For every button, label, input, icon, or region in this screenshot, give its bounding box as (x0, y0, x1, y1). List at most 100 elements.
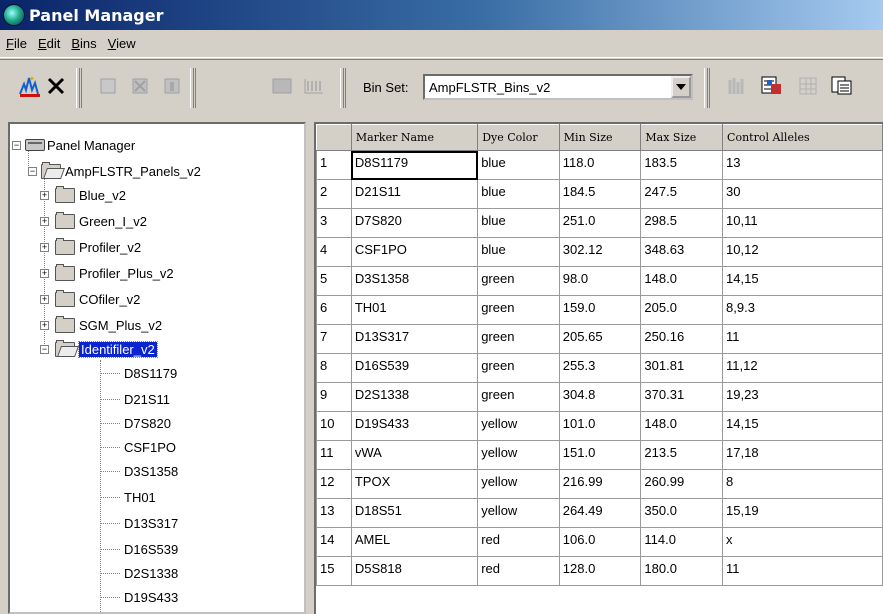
table-row[interactable]: 10 D19S433 yellow 101.0 148.0 14,15 (316, 411, 883, 441)
dye-color-cell[interactable]: green (477, 324, 560, 354)
marker-name-cell[interactable]: CSF1PO (350, 237, 479, 267)
max-size-cell[interactable]: 148.0 (640, 266, 724, 296)
bins-disabled-icon[interactable] (128, 74, 152, 98)
collapse-icon[interactable]: − (12, 140, 21, 150)
column-header-dye-color[interactable]: Dye Color (477, 124, 560, 151)
min-size-cell[interactable]: 216.99 (558, 469, 642, 499)
grid-disabled-icon[interactable] (270, 74, 294, 98)
marker-name-cell[interactable]: D18S51 (350, 498, 479, 528)
binset-select[interactable]: AmpFLSTR_Bins_v2 (423, 74, 693, 100)
dye-color-cell[interactable]: red (477, 556, 560, 586)
menu-file[interactable]: File (3, 34, 35, 53)
dye-color-cell[interactable]: blue (477, 150, 560, 180)
min-size-cell[interactable]: 128.0 (558, 556, 642, 586)
menu-bins[interactable]: Bins (68, 34, 104, 53)
table-row[interactable]: 9 D2S1338 green 304.8 370.31 19,23 (316, 382, 883, 412)
menu-view[interactable]: View (105, 34, 144, 53)
table-row[interactable]: 14 AMEL red 106.0 114.0 x (316, 527, 883, 557)
column-header-min-size[interactable]: Min Size (558, 124, 642, 151)
dye-color-cell[interactable]: blue (477, 208, 560, 238)
min-size-cell[interactable]: 106.0 (558, 527, 642, 557)
tree-marker[interactable]: D8S1179 (124, 362, 177, 384)
max-size-cell[interactable]: 213.5 (640, 440, 724, 470)
table-row[interactable]: 11 vWA yellow 151.0 213.5 17,18 (316, 440, 883, 470)
column-header-control-alleles[interactable]: Control Alleles (722, 124, 883, 151)
marker-name-cell[interactable]: AMEL (350, 527, 479, 557)
dye-color-cell[interactable]: blue (477, 179, 560, 209)
panel-disabled-icon[interactable] (96, 74, 120, 98)
max-size-cell[interactable]: 301.81 (640, 353, 724, 383)
tree-marker[interactable]: D16S539 (124, 538, 178, 560)
expand-icon[interactable]: + (40, 190, 49, 200)
tree-marker[interactable]: D7S820 (124, 412, 171, 434)
max-size-cell[interactable]: 180.0 (640, 556, 724, 586)
tree-panel-profiler-plus[interactable]: + Profiler_Plus_v2 (40, 262, 174, 284)
control-alleles-cell[interactable]: 8 (722, 469, 883, 499)
table-row[interactable]: 1 D8S1179 blue 118.0 183.5 13 (316, 150, 883, 180)
expand-icon[interactable]: + (40, 294, 49, 304)
tree-marker[interactable]: D13S317 (124, 512, 178, 534)
dye-color-cell[interactable]: red (477, 527, 560, 557)
table-row[interactable]: 3 D7S820 blue 251.0 298.5 10,11 (316, 208, 883, 238)
marker-name-cell[interactable]: D3S1358 (350, 266, 479, 296)
max-size-cell[interactable]: 205.0 (640, 295, 724, 325)
control-alleles-cell[interactable]: 8,9.3 (722, 295, 883, 325)
tree-marker[interactable]: D2S1338 (124, 562, 178, 584)
max-size-cell[interactable]: 348.63 (640, 237, 724, 267)
tree-panel-cofiler[interactable]: + COfiler_v2 (40, 288, 140, 310)
dye-color-cell[interactable]: yellow (477, 498, 560, 528)
tree-marker[interactable]: TH01 (124, 486, 156, 508)
marker-name-cell[interactable]: D19S433 (350, 411, 479, 441)
dye-color-cell[interactable]: green (477, 266, 560, 296)
dye-color-cell[interactable]: yellow (477, 411, 560, 441)
tree-kit[interactable]: − AmpFLSTR_Panels_v2 (28, 160, 201, 182)
control-alleles-cell[interactable]: 19,23 (722, 382, 883, 412)
control-alleles-cell[interactable]: 17,18 (722, 440, 883, 470)
marker-name-cell[interactable]: TH01 (350, 295, 479, 325)
table-row[interactable]: 7 D13S317 green 205.65 250.16 11 (316, 324, 883, 354)
max-size-cell[interactable]: 370.31 (640, 382, 724, 412)
marker-name-cell[interactable]: D8S1179 (350, 150, 479, 180)
control-alleles-cell[interactable]: 30 (722, 179, 883, 209)
min-size-cell[interactable]: 159.0 (558, 295, 642, 325)
marker-name-cell[interactable]: D13S317 (350, 324, 479, 354)
control-alleles-cell[interactable]: 10,12 (722, 237, 883, 267)
control-alleles-cell[interactable]: 15,19 (722, 498, 883, 528)
control-alleles-cell[interactable]: 11,12 (722, 353, 883, 383)
expand-icon[interactable]: + (40, 320, 49, 330)
import-bins-icon[interactable] (760, 74, 784, 98)
marker-name-cell[interactable]: TPOX (350, 469, 479, 499)
min-size-cell[interactable]: 302.12 (558, 237, 642, 267)
min-size-cell[interactable]: 101.0 (558, 411, 642, 441)
control-alleles-cell[interactable]: x (722, 527, 883, 557)
dye-color-cell[interactable]: yellow (477, 440, 560, 470)
tree-marker[interactable]: D19S433 (124, 586, 178, 608)
chevron-down-icon[interactable] (671, 76, 691, 98)
dye-color-cell[interactable]: yellow (477, 469, 560, 499)
table-row[interactable]: 15 D5S818 red 128.0 180.0 11 (316, 556, 883, 586)
min-size-cell[interactable]: 118.0 (558, 150, 642, 180)
table-row[interactable]: 2 D21S11 blue 184.5 247.5 30 (316, 179, 883, 209)
marker-name-cell[interactable]: D2S1338 (350, 382, 479, 412)
collapse-icon[interactable]: − (40, 344, 49, 354)
bins-view-disabled-icon[interactable] (302, 74, 326, 98)
expand-icon[interactable]: + (40, 216, 49, 226)
min-size-cell[interactable]: 184.5 (558, 179, 642, 209)
tree-marker[interactable]: CSF1PO (124, 436, 176, 458)
tree-marker[interactable]: D3S1358 (124, 460, 178, 482)
control-alleles-cell[interactable]: 14,15 (722, 266, 883, 296)
delete-icon[interactable] (44, 74, 68, 98)
marker-disabled-icon[interactable] (160, 74, 184, 98)
column-header-max-size[interactable]: Max Size (640, 124, 724, 151)
max-size-cell[interactable]: 247.5 (640, 179, 724, 209)
table-row[interactable]: 13 D18S51 yellow 264.49 350.0 15,19 (316, 498, 883, 528)
min-size-cell[interactable]: 98.0 (558, 266, 642, 296)
menu-edit[interactable]: Edit (35, 34, 68, 53)
expand-icon[interactable]: + (40, 268, 49, 278)
control-alleles-cell[interactable]: 13 (722, 150, 883, 180)
control-alleles-cell[interactable]: 11 (722, 324, 883, 354)
min-size-cell[interactable]: 304.8 (558, 382, 642, 412)
control-alleles-cell[interactable]: 14,15 (722, 411, 883, 441)
control-alleles-cell[interactable]: 10,11 (722, 208, 883, 238)
dye-color-cell[interactable]: green (477, 295, 560, 325)
